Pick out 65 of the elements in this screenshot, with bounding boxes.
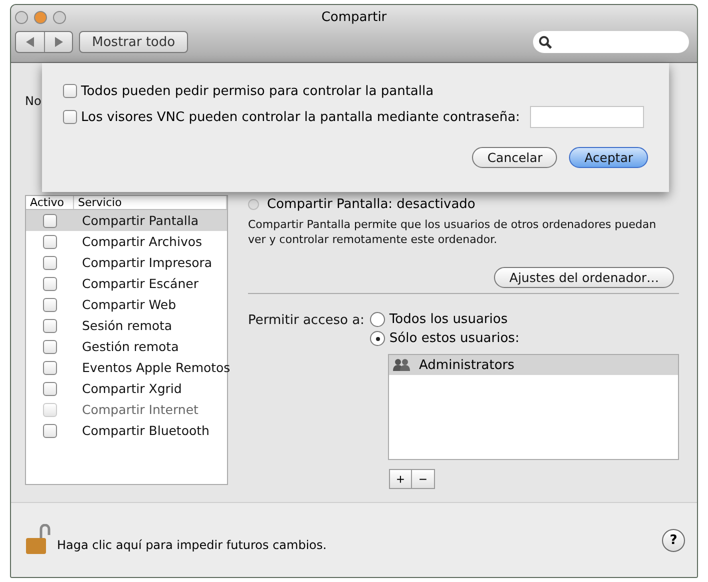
column-header[interactable]: Servicio bbox=[74, 196, 227, 209]
checkbox[interactable] bbox=[43, 382, 57, 396]
search-icon bbox=[539, 36, 552, 48]
service-name: Compartir Internet bbox=[82, 402, 198, 417]
service-row[interactable]: Gestión remota bbox=[26, 336, 227, 357]
access-option[interactable]: Sólo estos usuarios: bbox=[370, 331, 520, 346]
service-row[interactable]: Compartir Escáner bbox=[26, 273, 227, 294]
lock-text: Haga clic aquí para impedir futuros cambios. bbox=[57, 538, 327, 552]
checkbox[interactable] bbox=[43, 214, 57, 228]
access-option[interactable]: Todos los usuarios bbox=[370, 312, 520, 327]
service-row[interactable]: Sesión remota bbox=[26, 315, 227, 336]
search-field[interactable] bbox=[533, 31, 689, 53]
checkbox[interactable] bbox=[43, 424, 57, 438]
user-name: Administrators bbox=[419, 358, 514, 372]
checkbox[interactable] bbox=[43, 340, 57, 354]
service-name: Compartir Escáner bbox=[82, 276, 198, 291]
service-row[interactable]: Compartir Impresora bbox=[26, 252, 227, 273]
checkbox[interactable] bbox=[63, 110, 77, 124]
accept-button[interactable]: Aceptar bbox=[569, 147, 648, 168]
radio-button[interactable] bbox=[370, 312, 386, 327]
service-name: Compartir Pantalla bbox=[82, 213, 198, 228]
checkbox[interactable] bbox=[43, 360, 57, 374]
status-indicator-icon bbox=[248, 198, 259, 210]
column-header[interactable]: Activo bbox=[26, 196, 74, 209]
service-name: Compartir Bluetooth bbox=[82, 423, 210, 438]
minimize-button[interactable] bbox=[34, 10, 47, 24]
checkbox[interactable] bbox=[43, 256, 57, 270]
zoom-button[interactable] bbox=[53, 10, 66, 24]
checkbox[interactable] bbox=[43, 276, 57, 290]
computer-settings-button[interactable]: Ajustes del ordenador… bbox=[494, 267, 674, 288]
checkbox[interactable] bbox=[63, 84, 77, 98]
close-button[interactable] bbox=[15, 10, 28, 24]
service-name: Compartir Xgrid bbox=[82, 381, 182, 396]
option-label: Todos pueden pedir permiso para controlar la pantalla bbox=[81, 84, 434, 98]
add-button[interactable]: + bbox=[389, 469, 412, 489]
service-row[interactable]: Compartir Xgrid bbox=[26, 378, 227, 399]
radio-button[interactable] bbox=[370, 331, 386, 346]
service-name: Compartir Web bbox=[82, 297, 176, 312]
group-icon bbox=[393, 359, 411, 371]
service-row[interactable]: Compartir Archivos bbox=[26, 231, 227, 252]
cancel-button[interactable]: Cancelar bbox=[472, 147, 558, 168]
service-row[interactable]: Compartir Pantalla bbox=[26, 210, 227, 231]
access-label: Permitir acceso a: bbox=[248, 313, 364, 330]
service-name: Gestión remota bbox=[82, 339, 179, 354]
service-name: Compartir Impresora bbox=[82, 255, 212, 270]
unlocked-padlock-icon[interactable] bbox=[25, 524, 51, 556]
checkbox[interactable] bbox=[43, 318, 57, 332]
password-field[interactable] bbox=[530, 106, 644, 128]
window-title: Compartir bbox=[321, 10, 387, 24]
show-all-button[interactable]: Mostrar todo bbox=[79, 31, 188, 53]
back-icon bbox=[26, 37, 34, 47]
status-text: Compartir Pantalla: desactivado bbox=[267, 196, 476, 212]
user-row[interactable]: Administrators bbox=[389, 355, 678, 375]
remove-button[interactable]: − bbox=[412, 469, 435, 489]
service-name: Compartir Archivos bbox=[82, 234, 202, 249]
checkbox[interactable] bbox=[43, 234, 57, 248]
service-row[interactable]: Compartir Bluetooth bbox=[26, 420, 227, 441]
checkbox[interactable] bbox=[43, 298, 57, 312]
forward-icon bbox=[54, 37, 62, 47]
service-row[interactable]: Compartir Web bbox=[26, 294, 227, 315]
option-label: Los visores VNC pueden controlar la pantalla mediante contraseña: bbox=[81, 110, 520, 124]
service-name: Sesión remota bbox=[82, 318, 172, 333]
description-text: Compartir Pantalla permite que los usuarios de otros ordenadores puedan ver y controlar remotamente este ordenador. bbox=[248, 217, 658, 247]
computer-name-label: No bbox=[25, 94, 42, 108]
help-button[interactable]: ? bbox=[662, 528, 685, 552]
